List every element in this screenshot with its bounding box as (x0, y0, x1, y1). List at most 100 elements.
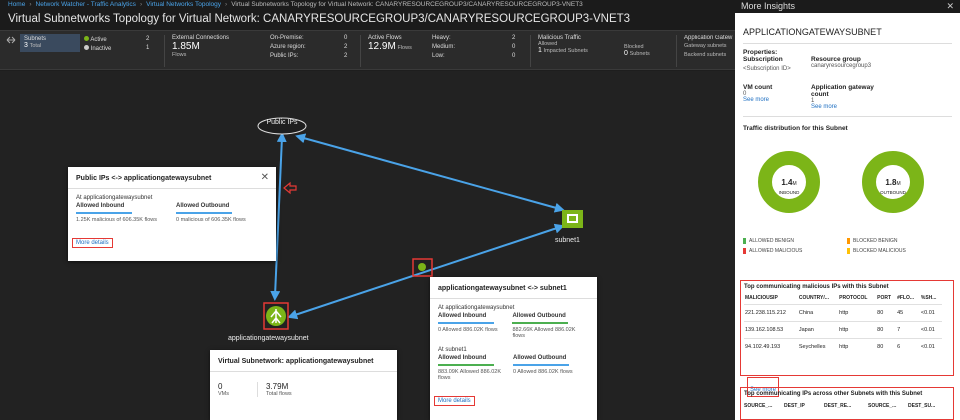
public-ips-value: 2 (344, 53, 348, 59)
active-stat[interactable]: Active 2 (84, 36, 154, 43)
subnet1-node-label: subnet1 (555, 237, 580, 244)
on-premise-value: 0 (344, 35, 348, 41)
outbound-label: Allowed Outbound (512, 313, 566, 319)
cell-ip: 139.162.108.53 (744, 321, 798, 339)
active-flows-value: 12.9M (368, 41, 396, 52)
breadcrumb-traffic-analytics[interactable]: Network Watcher - Traffic Analytics (36, 1, 136, 8)
app-gateway-stat[interactable]: Application Gatew Gateway subnets Backen… (684, 35, 735, 58)
column-header[interactable]: PORT (876, 292, 896, 305)
inactive-stat[interactable]: Inactive 1 (84, 45, 154, 52)
inbound-value: 0 Allowed 886.02K flows (438, 327, 498, 333)
table-row[interactable]: 94.102.49.193 Seychelles http 80 6 <0.01 (744, 338, 942, 355)
card-title-text: Public IPs <-> applicationgatewaysubnet (76, 175, 212, 182)
app-gw-label: Application Gatew (684, 35, 733, 41)
properties-row: Subscription <Subscription ID> Resource … (743, 56, 952, 72)
public-ips-appgw-card: Public IPs <-> applicationgatewaysubnet … (68, 167, 276, 261)
card-metrics: Allowed Inbound 0 Allowed 886.02K flows … (430, 313, 597, 339)
external-connections-stat[interactable]: External Connections 1.85M Flows (172, 35, 229, 58)
breadcrumb-home[interactable]: Home (8, 1, 25, 8)
table-row[interactable]: 221.238.115.212 China http 80 45 <0.01 (744, 304, 942, 322)
malicious-traffic-stat[interactable]: Malicious Traffic Allowed 1 Impacted Sub… (538, 35, 588, 54)
edge-publicips-appgw[interactable] (270, 132, 287, 301)
column-header[interactable]: PROTOCOL (838, 292, 876, 305)
low-value: 0 (512, 53, 516, 59)
table-row[interactable]: 139.162.108.53 Japan http 80 7 <0.01 (744, 321, 942, 339)
breadcrumb-separator: › (225, 1, 228, 8)
card-section-label: At applicationgatewaysubnet (438, 305, 515, 311)
heavy-stat: Heavy: 2 (432, 35, 518, 41)
edge-publicips-subnet1[interactable] (295, 133, 565, 213)
resource-group-label: Resource group (811, 56, 861, 63)
inbound-label: INBOUND (778, 190, 800, 195)
column-header[interactable]: DEST_SU... (908, 403, 948, 409)
column-header[interactable]: MALICIOUSIP (744, 292, 798, 305)
subnets-toggle-icon[interactable] (6, 36, 16, 46)
traffic-legend: ALLOWED BENIGN BLOCKED BENIGN ALLOWED MA… (743, 238, 952, 254)
edge-midpoint-node[interactable] (418, 263, 426, 271)
close-panel-icon[interactable]: ✕ (946, 0, 954, 13)
subnet1-node[interactable] (562, 210, 583, 228)
appgw-count-prop: Application gateway count 1 See more (811, 84, 891, 110)
breadcrumb-separator: › (139, 1, 143, 8)
total-flows-value: 3.79M (266, 382, 289, 391)
more-details-link[interactable]: More details (72, 238, 113, 248)
subscription-label: Subscription (743, 56, 783, 63)
appgw-see-more-link[interactable]: See more (811, 104, 891, 110)
malicious-blocked-stat[interactable]: Blocked 0 Subnets (624, 44, 650, 57)
cell-flows: 6 (896, 338, 920, 355)
legend-label: BLOCKED MALICIOUS (853, 248, 906, 254)
active-flows-stat[interactable]: Active Flows 12.9M Flows (368, 35, 412, 52)
inbound-label: Allowed Inbound (438, 355, 487, 361)
outbound-metric: Allowed Outbound 0 malicious of 606.35K … (176, 203, 246, 223)
column-header[interactable]: %SH... (920, 292, 942, 305)
outbound-label: Allowed Outbound (176, 203, 230, 209)
card-metrics: 0 VMs 3.79M Total flows (210, 372, 397, 397)
active-flows-sub: Flows (397, 45, 412, 51)
cell-country: Seychelles (797, 338, 839, 355)
subnets-stat[interactable]: Subnets 3 Total (20, 34, 80, 52)
active-value: 2 (146, 36, 150, 42)
medium-stat: Medium: 0 (432, 44, 518, 50)
vm-count-label: VM count (743, 84, 773, 91)
malicious-blocked-value: 0 (624, 50, 628, 57)
card-section-label: At subnet1 (438, 347, 467, 353)
appgw-subnet1-card: applicationgatewaysubnet <-> subnet1 At … (430, 277, 597, 420)
cell-flows: 7 (896, 321, 920, 339)
column-header[interactable]: SOURCE_... (744, 403, 784, 409)
malicious-ips-section: Top communicating malicious IPs with thi… (740, 280, 954, 376)
inbound-metric: Allowed Inbound 883.09K Allowed 886.02K … (438, 355, 513, 381)
virtual-subnetwork-card: Virtual Subnetwork: applicationgatewaysu… (210, 350, 397, 420)
vms-value: 0 (218, 382, 223, 391)
divider (164, 35, 165, 67)
heavy-label: Heavy: (432, 35, 451, 41)
total-flows-metric: 3.79M Total flows (258, 382, 292, 397)
column-header[interactable]: DEST_RE... (824, 403, 868, 409)
outbound-metric: Allowed Outbound 0 Allowed 886.02K flows (513, 355, 573, 381)
column-header[interactable]: SOURCE_... (868, 403, 908, 409)
close-icon[interactable]: ✕ (261, 172, 269, 183)
inbound-bar (438, 364, 494, 366)
column-header[interactable]: COUNTRY/... (798, 292, 838, 305)
legend-label: ALLOWED MALICIOUS (749, 248, 803, 254)
inbound-metric: Allowed Inbound 0 Allowed 886.02K flows (438, 313, 512, 339)
insights-body[interactable]: APPLICATIONGATEWAYSUBNET Properties: Sub… (735, 13, 960, 420)
more-details-link[interactable]: More details (434, 396, 475, 406)
outbound-bar (512, 322, 569, 324)
cell-share: <0.01 (919, 321, 942, 339)
breadcrumb-vnet-topology[interactable]: Virtual Networks Topology (146, 1, 221, 8)
stats-bar: Subnets 3 Total Active 2 Inactive 1 Exte… (0, 30, 735, 70)
resource-group-value: canaryresourcegroup3 (811, 63, 872, 69)
column-header[interactable]: #FLO... (896, 292, 920, 305)
public-ips-stat: Public IPs: 2 (270, 53, 350, 59)
topology-canvas[interactable]: Public IPs subnet1 applicationgatewaysub… (0, 71, 735, 420)
cell-port: 80 (876, 304, 897, 322)
vm-see-more-link[interactable]: See more (743, 97, 811, 103)
subnets-value: 3 (24, 42, 28, 49)
vm-count-prop: VM count 0 See more (743, 84, 811, 110)
appgw-node[interactable] (266, 306, 286, 326)
cell-protocol: http (838, 304, 877, 322)
card-section-label: At applicationgatewaysubnet (76, 195, 153, 201)
total-flows-label: Total flows (266, 391, 292, 397)
column-header[interactable]: DEST_IP (784, 403, 824, 409)
on-premise-label: On-Premise: (270, 35, 304, 41)
